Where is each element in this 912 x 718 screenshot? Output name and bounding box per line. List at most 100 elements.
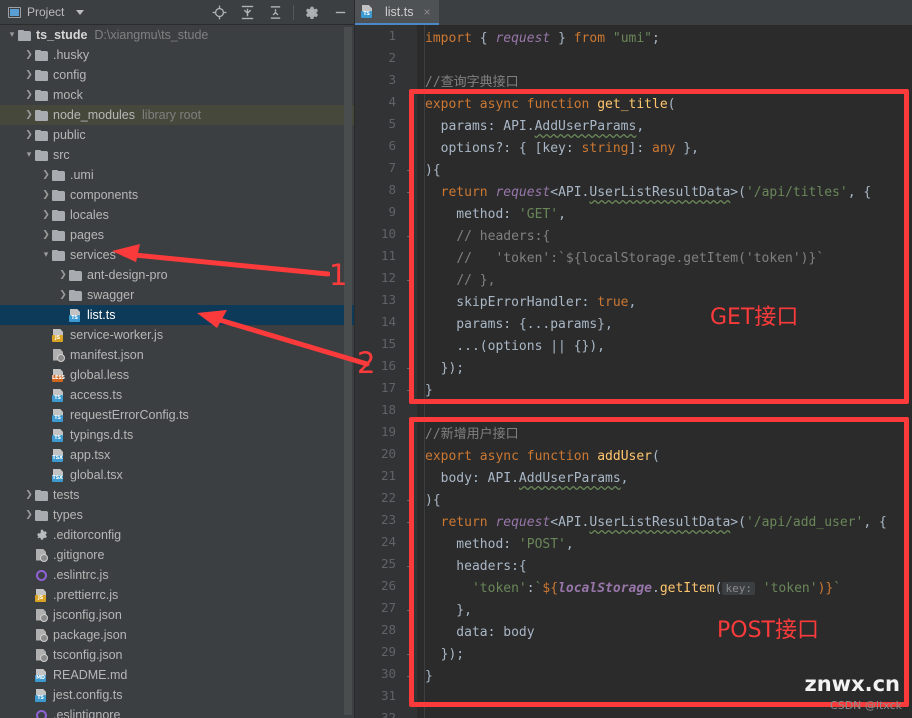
code-line[interactable]: options?: { [key: string]: any }, bbox=[425, 138, 699, 160]
code-line[interactable]: method: 'GET', bbox=[425, 204, 566, 226]
chevron-right-icon[interactable]: ❯ bbox=[23, 510, 35, 520]
code-line[interactable]: ){ bbox=[425, 490, 441, 512]
fold-toggle-icon[interactable]: − bbox=[405, 276, 414, 285]
code-line[interactable]: skipErrorHandler: true, bbox=[425, 292, 636, 314]
tree-row-jest-config-ts[interactable]: TS jest.config.ts bbox=[0, 685, 355, 705]
code-line[interactable]: // }, bbox=[425, 270, 495, 292]
chevron-right-icon[interactable]: ❯ bbox=[40, 190, 52, 200]
chevron-down-icon[interactable]: ▾ bbox=[6, 30, 18, 40]
tree-row-swagger[interactable]: ❯ swagger bbox=[0, 285, 355, 305]
code-line[interactable]: import { request } from "umi"; bbox=[425, 28, 660, 50]
code-line[interactable]: headers:{ bbox=[425, 556, 526, 578]
project-panel-scrollbar[interactable] bbox=[344, 27, 352, 715]
fold-toggle-icon[interactable]: − bbox=[405, 518, 414, 527]
code-line[interactable]: } bbox=[425, 666, 433, 688]
fold-toggle-icon[interactable]: − bbox=[405, 386, 414, 395]
gear-icon[interactable] bbox=[299, 0, 325, 25]
tree-row-pages[interactable]: ❯ pages bbox=[0, 225, 355, 245]
code-line[interactable]: data: body bbox=[425, 622, 534, 644]
fold-toggle-icon[interactable]: − bbox=[405, 672, 414, 681]
tree-row-typings-d-ts[interactable]: TS typings.d.ts bbox=[0, 425, 355, 445]
chevron-right-icon[interactable]: ❯ bbox=[23, 130, 35, 140]
code-line[interactable]: return request<API.UserListResultData>('… bbox=[425, 182, 872, 204]
code-folding-column[interactable]: − − − − − − − − − − − − bbox=[402, 25, 417, 718]
fold-toggle-icon[interactable]: − bbox=[405, 166, 414, 175]
tree-row-mock[interactable]: ❯ mock bbox=[0, 85, 355, 105]
project-file-tree[interactable]: ▾ ts_stude D:\xiangmu\ts_stude ❯ .husky ❯ conf… bbox=[0, 25, 355, 718]
expand-all-icon[interactable] bbox=[262, 0, 288, 25]
code-line[interactable]: export async function addUser( bbox=[425, 446, 660, 468]
tree-row-locales[interactable]: ❯ locales bbox=[0, 205, 355, 225]
fold-toggle-icon[interactable]: − bbox=[405, 496, 414, 505]
code-line[interactable]: params: {...params}, bbox=[425, 314, 613, 336]
tree-row-tests[interactable]: ❯ tests bbox=[0, 485, 355, 505]
tree-row-public[interactable]: ❯ public bbox=[0, 125, 355, 145]
code-line[interactable]: 'token':`${localStorage.getItem(key: 'to… bbox=[425, 578, 841, 600]
code-line[interactable]: body: API.AddUserParams, bbox=[425, 468, 629, 490]
close-icon[interactable]: × bbox=[423, 5, 430, 19]
tree-row-node-modules[interactable]: ❯ node_modules library root bbox=[0, 105, 355, 125]
tree-row--gitignore[interactable]: .gitignore bbox=[0, 545, 355, 565]
tree-row--eslintignore[interactable]: .eslintignore bbox=[0, 705, 355, 718]
tree-row-services[interactable]: ▾ services bbox=[0, 245, 355, 265]
project-title-button[interactable]: Project bbox=[0, 5, 85, 19]
tree-row-jsconfig-json[interactable]: jsconfig.json bbox=[0, 605, 355, 625]
code-line[interactable]: method: 'POST', bbox=[425, 534, 573, 556]
tree-row-global-tsx[interactable]: TSX global.tsx bbox=[0, 465, 355, 485]
tree-row-requesterrorconfig-ts[interactable]: TS requestErrorConfig.ts bbox=[0, 405, 355, 425]
code-line[interactable]: //新增用户接口 bbox=[425, 424, 519, 446]
tree-row-service-worker-js[interactable]: JS service-worker.js bbox=[0, 325, 355, 345]
tree-row-readme-md[interactable]: MD README.md bbox=[0, 665, 355, 685]
tree-row-app-tsx[interactable]: TSX app.tsx bbox=[0, 445, 355, 465]
fold-toggle-icon[interactable]: − bbox=[405, 606, 414, 615]
code-line[interactable]: // headers:{ bbox=[425, 226, 550, 248]
tree-row--prettierrc-js[interactable]: JS .prettierrc.js bbox=[0, 585, 355, 605]
tree-row--eslintrc-js[interactable]: .eslintrc.js bbox=[0, 565, 355, 585]
locate-target-icon[interactable] bbox=[206, 0, 232, 25]
chevron-right-icon[interactable]: ❯ bbox=[23, 50, 35, 60]
fold-toggle-icon[interactable]: − bbox=[405, 188, 414, 197]
code-line[interactable]: return request<API.UserListResultData>('… bbox=[425, 512, 887, 534]
chevron-down-icon[interactable]: ▾ bbox=[23, 150, 35, 160]
code-line[interactable]: // 'token':`${localStorage.getItem('toke… bbox=[425, 248, 824, 270]
code-viewport[interactable]: 1 2 3 4 5 6 7 8 9 10 11 12 13 14 15 16 17 18 19 20 21 22 23 24 2… bbox=[355, 25, 912, 718]
tree-row-config[interactable]: ❯ config bbox=[0, 65, 355, 85]
fold-toggle-icon[interactable]: − bbox=[405, 562, 414, 571]
chevron-right-icon[interactable]: ❯ bbox=[23, 110, 35, 120]
chevron-right-icon[interactable]: ❯ bbox=[23, 490, 35, 500]
chevron-down-icon[interactable] bbox=[76, 9, 85, 15]
tree-row-ts-stude[interactable]: ▾ ts_stude D:\xiangmu\ts_stude bbox=[0, 25, 355, 45]
fold-toggle-icon[interactable]: − bbox=[405, 650, 414, 659]
chevron-right-icon[interactable]: ❯ bbox=[40, 210, 52, 220]
tree-row-src[interactable]: ▾ src bbox=[0, 145, 355, 165]
tree-row-access-ts[interactable]: TS access.ts bbox=[0, 385, 355, 405]
tab-list-ts[interactable]: TS list.ts × bbox=[355, 0, 439, 25]
code-content[interactable]: import { request } from "umi";//查询字典接口 ex… bbox=[417, 25, 912, 718]
collapse-all-icon[interactable] bbox=[234, 0, 260, 25]
fold-toggle-icon[interactable]: − bbox=[405, 364, 414, 373]
code-line[interactable]: }); bbox=[425, 644, 465, 666]
tree-row-tsconfig-json[interactable]: tsconfig.json bbox=[0, 645, 355, 665]
code-line[interactable]: ){ bbox=[425, 160, 441, 182]
code-line[interactable]: }); bbox=[425, 358, 465, 380]
fold-toggle-icon[interactable]: − bbox=[405, 232, 414, 241]
tree-row--editorconfig[interactable]: .editorconfig bbox=[0, 525, 355, 545]
tree-row-types[interactable]: ❯ types bbox=[0, 505, 355, 525]
code-line[interactable]: params: API.AddUserParams, bbox=[425, 116, 645, 138]
chevron-right-icon[interactable]: ❯ bbox=[57, 290, 69, 300]
code-line[interactable]: }, bbox=[425, 600, 472, 622]
tree-row-components[interactable]: ❯ components bbox=[0, 185, 355, 205]
chevron-right-icon[interactable]: ❯ bbox=[40, 170, 52, 180]
tree-row-manifest-json[interactable]: manifest.json bbox=[0, 345, 355, 365]
tree-row--husky[interactable]: ❯ .husky bbox=[0, 45, 355, 65]
chevron-down-icon[interactable]: ▾ bbox=[40, 250, 52, 260]
code-line[interactable]: //查询字典接口 bbox=[425, 72, 519, 94]
code-line[interactable]: } bbox=[425, 380, 433, 402]
minimize-icon[interactable] bbox=[327, 0, 353, 25]
chevron-right-icon[interactable]: ❯ bbox=[23, 70, 35, 80]
code-line[interactable]: ...(options || {}), bbox=[425, 336, 605, 358]
tree-row-package-json[interactable]: package.json bbox=[0, 625, 355, 645]
code-line[interactable]: export async function get_title( bbox=[425, 94, 676, 116]
chevron-right-icon[interactable]: ❯ bbox=[40, 230, 52, 240]
chevron-right-icon[interactable]: ❯ bbox=[23, 90, 35, 100]
